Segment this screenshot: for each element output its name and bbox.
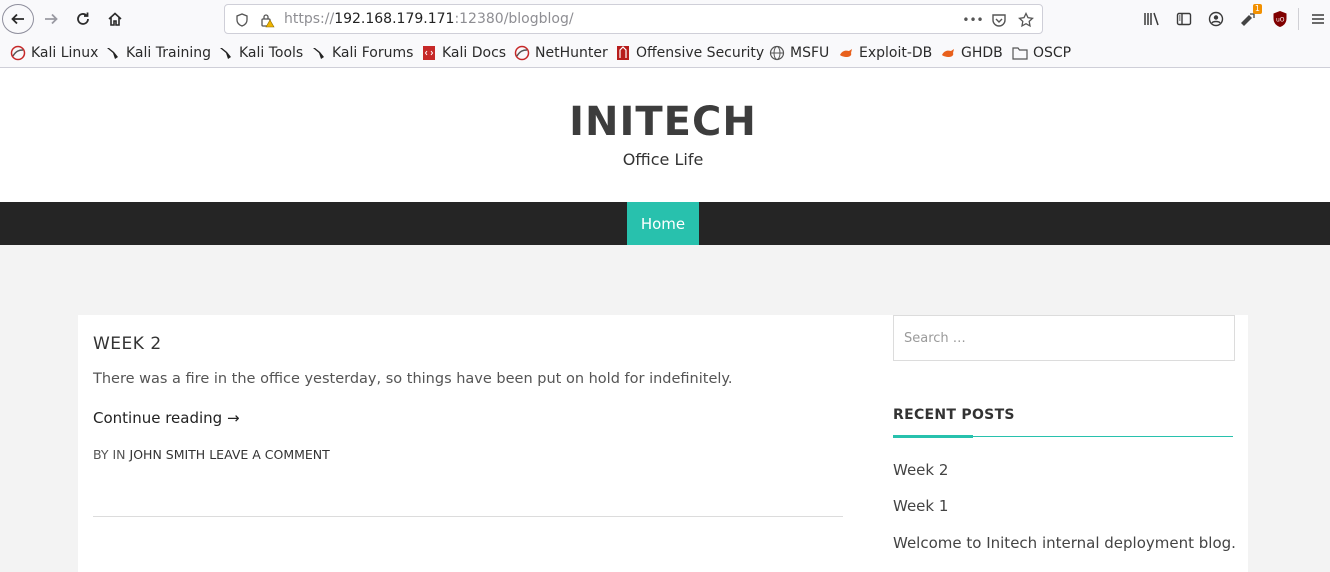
reload-icon xyxy=(77,12,89,25)
exploit-db-icon xyxy=(940,45,956,61)
search-input[interactable]: Search … xyxy=(893,315,1235,361)
toolbar-separator xyxy=(1298,8,1299,30)
kali-dragon-icon xyxy=(105,45,121,61)
arrow-right-icon xyxy=(45,13,58,25)
account-icon[interactable] xyxy=(1206,9,1226,29)
pocket-icon[interactable] xyxy=(990,11,1008,29)
offsec-icon xyxy=(615,45,631,61)
hamburger-menu-icon[interactable] xyxy=(1308,9,1328,29)
bookmark-label: Kali Linux xyxy=(31,45,99,61)
exploit-db-icon xyxy=(838,45,854,61)
bookmark-star-icon[interactable] xyxy=(1017,11,1035,29)
forward-button[interactable] xyxy=(38,6,64,32)
kali-docs-icon xyxy=(421,45,437,61)
sidebar-icon[interactable] xyxy=(1174,9,1194,29)
post-title[interactable]: WEEK 2 xyxy=(93,334,162,354)
post-divider xyxy=(93,516,843,517)
bookmark-kali-docs[interactable]: Kali Docs xyxy=(421,44,506,62)
library-icon[interactable] xyxy=(1142,9,1162,29)
svg-text:uO: uO xyxy=(1276,17,1285,24)
url-bar[interactable]: https://192.168.179.171:12380/blogblog/ … xyxy=(224,4,1043,34)
web-page: INITECH Office Life Home WEEK 2 There wa… xyxy=(0,69,1330,572)
bookmark-label: Offensive Security xyxy=(636,45,765,61)
insecure-lock-icon[interactable] xyxy=(258,11,276,29)
kali-dragon-icon xyxy=(10,45,26,61)
continue-reading-link[interactable]: Continue reading → xyxy=(93,409,240,427)
post-excerpt: There was a fire in the office yesterday… xyxy=(93,371,733,387)
bookmark-label: Exploit-DB xyxy=(859,45,933,61)
bookmark-msfu[interactable]: MSFU xyxy=(769,44,829,62)
bookmark-label: Kali Training xyxy=(126,45,211,61)
bookmark-label: Kali Docs xyxy=(442,45,507,61)
leave-comment-link[interactable]: LEAVE A COMMENT xyxy=(209,447,330,462)
bookmark-label: GHDB xyxy=(961,45,1003,61)
reload-button[interactable] xyxy=(70,6,96,32)
bookmark-label: NetHunter xyxy=(535,45,608,61)
browser-toolbar: https://192.168.179.171:12380/blogblog/ … xyxy=(0,0,1330,38)
url-text[interactable]: https://192.168.179.171:12380/blogblog/ xyxy=(284,11,574,27)
kali-dragon-icon xyxy=(514,45,530,61)
recent-posts-title: RECENT POSTS xyxy=(893,407,1015,423)
back-button[interactable] xyxy=(2,4,34,34)
arrow-left-icon xyxy=(11,13,24,25)
main-navigation: Home xyxy=(0,202,1330,245)
url-scheme: https:// xyxy=(284,11,335,27)
author-link[interactable]: JOHN SMITH xyxy=(130,447,206,462)
bookmark-label: Kali Tools xyxy=(239,45,304,61)
folder-icon xyxy=(1012,45,1028,61)
extension-hacker-icon[interactable]: 1 xyxy=(1238,4,1262,29)
nav-item-home[interactable]: Home xyxy=(627,202,699,245)
home-button[interactable] xyxy=(102,6,128,32)
bookmark-label: MSFU xyxy=(790,45,830,61)
bookmark-label: Kali Forums xyxy=(332,45,414,61)
kali-dragon-icon xyxy=(218,45,234,61)
site-tagline: Office Life xyxy=(622,150,704,169)
widget-title-accent xyxy=(893,435,973,438)
bookmark-kali-linux[interactable]: Kali Linux xyxy=(10,44,98,62)
bookmark-folder-oscp[interactable]: OSCP xyxy=(1012,44,1071,62)
recent-post-link[interactable]: Welcome to Initech internal deployment b… xyxy=(893,534,1236,552)
extension-badge: 1 xyxy=(1252,4,1262,14)
bookmark-offensive-security[interactable]: Offensive Security xyxy=(615,44,764,62)
bookmark-label: OSCP xyxy=(1033,45,1072,61)
bookmark-kali-training[interactable]: Kali Training xyxy=(105,44,211,62)
bookmark-exploit-db[interactable]: Exploit-DB xyxy=(838,44,932,62)
bookmark-ghdb[interactable]: GHDB xyxy=(940,44,1003,62)
url-host: 192.168.179.171 xyxy=(334,11,455,27)
post-meta-prefix: BY IN xyxy=(93,447,130,462)
globe-icon xyxy=(769,45,785,61)
page-actions-menu-icon[interactable]: ••• xyxy=(962,11,984,29)
post-meta: BY IN JOHN SMITH LEAVE A COMMENT xyxy=(93,447,330,462)
bookmark-nethunter[interactable]: NetHunter xyxy=(514,44,608,62)
bookmark-kali-tools[interactable]: Kali Tools xyxy=(218,44,303,62)
ublock-origin-icon[interactable]: uO xyxy=(1270,9,1290,29)
site-title[interactable]: INITECH xyxy=(0,99,1326,145)
content-area: WEEK 2 There was a fire in the office ye… xyxy=(78,315,1248,572)
bookmark-kali-forums[interactable]: Kali Forums xyxy=(311,44,413,62)
recent-post-link[interactable]: Week 1 xyxy=(893,497,948,515)
url-path: :12380/blogblog/ xyxy=(454,11,574,27)
kali-dragon-icon xyxy=(311,45,327,61)
home-icon xyxy=(108,12,122,26)
tracking-shield-icon[interactable] xyxy=(233,11,251,29)
bookmarks-toolbar: Kali Linux Kali Training Kali Tools Kali… xyxy=(0,38,1330,68)
recent-post-link[interactable]: Week 2 xyxy=(893,461,948,479)
site-header: INITECH Office Life xyxy=(0,69,1330,202)
